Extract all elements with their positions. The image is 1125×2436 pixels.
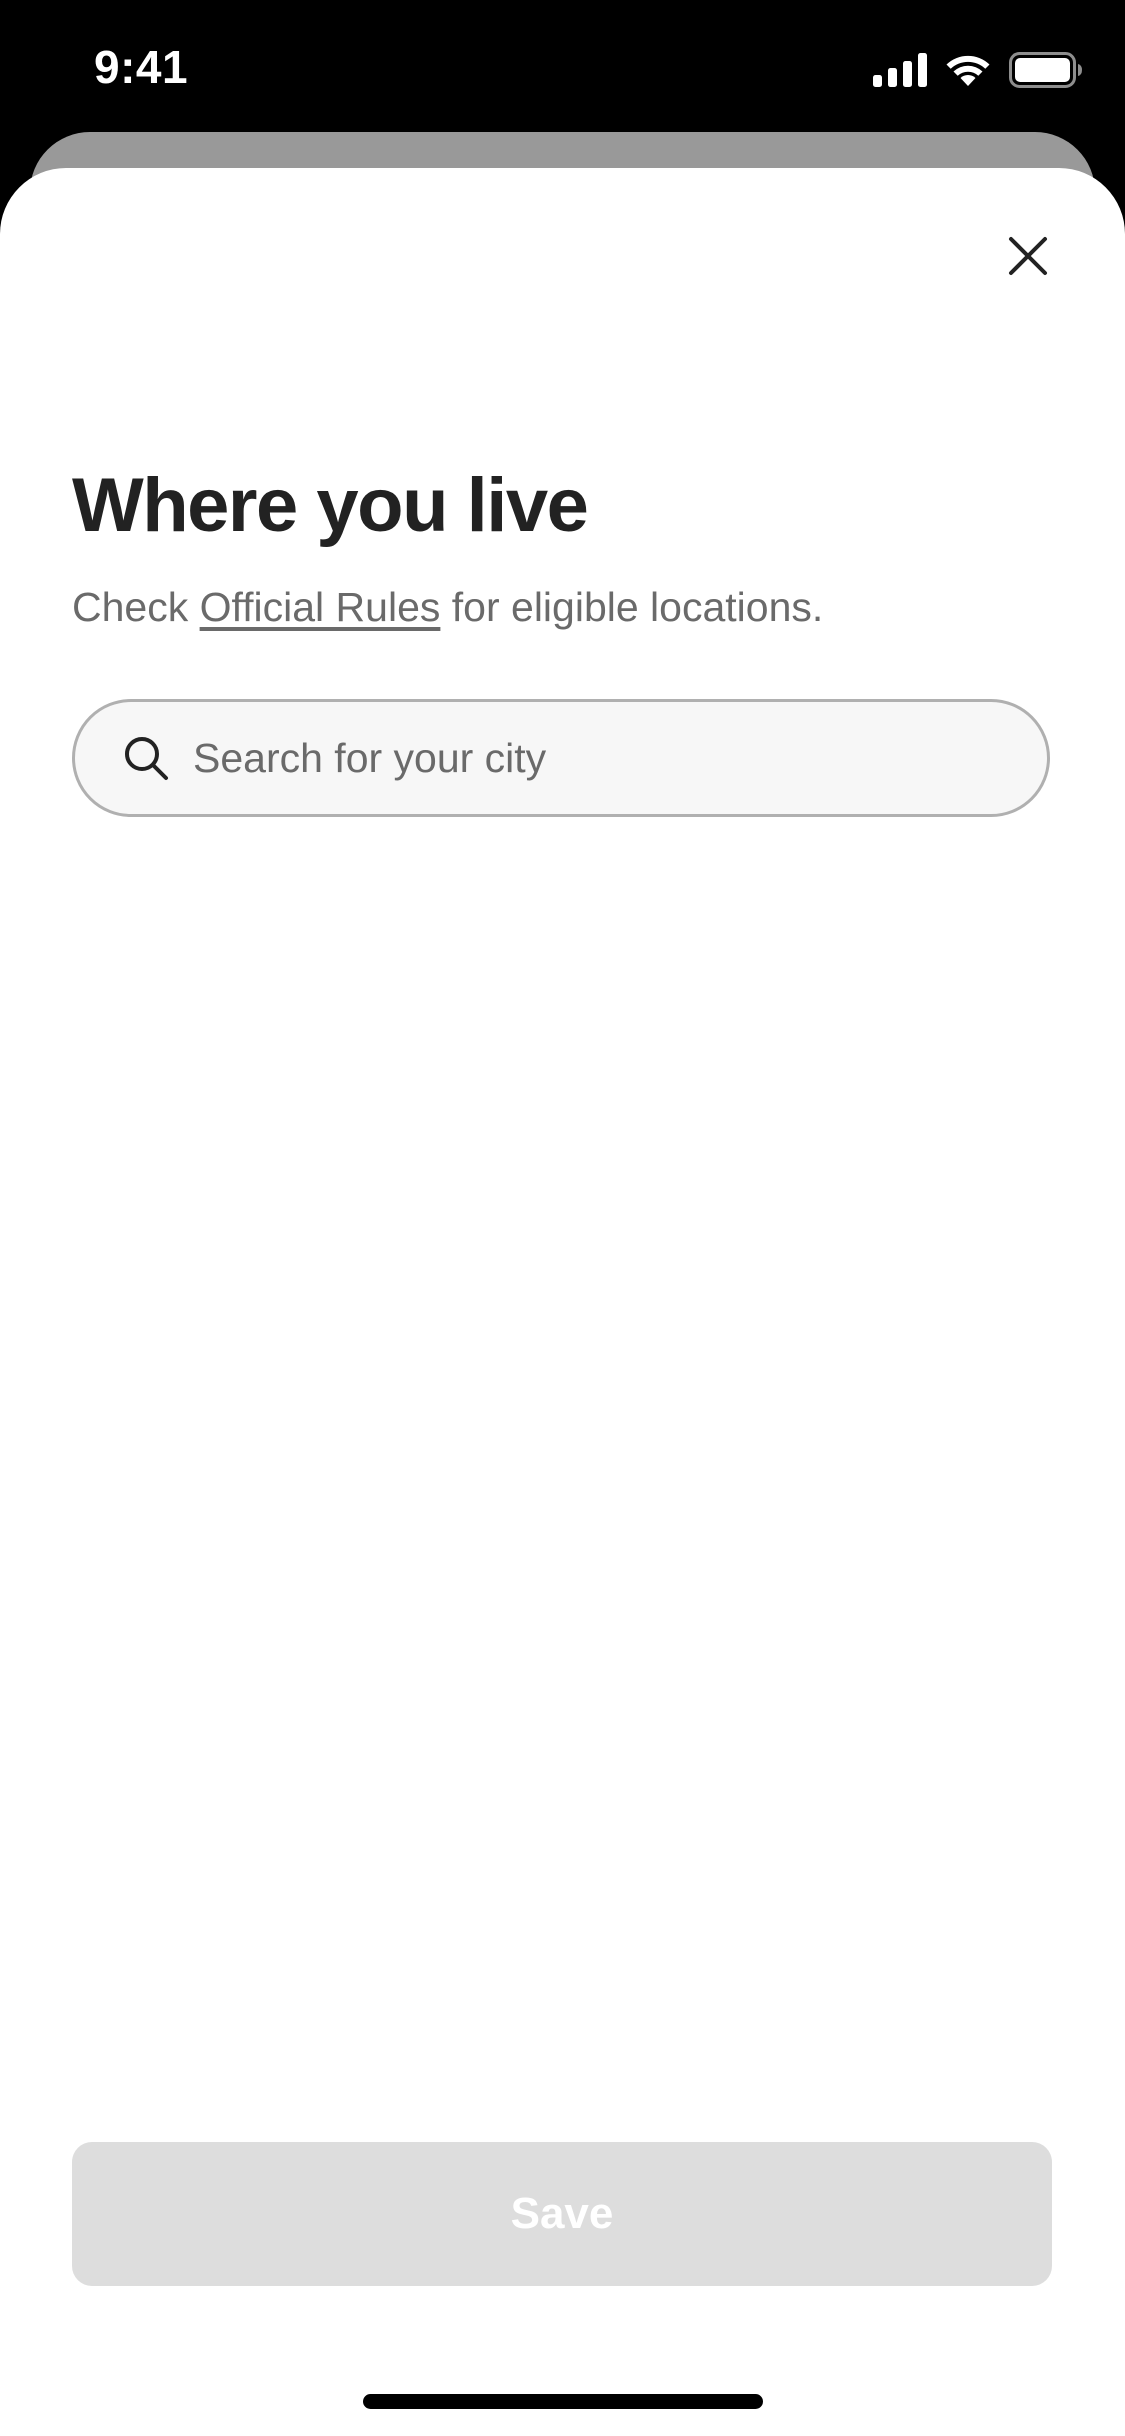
page-title: Where you live <box>72 463 589 548</box>
battery-icon <box>1009 52 1083 88</box>
subtitle-suffix: for eligible locations. <box>440 584 824 630</box>
app-screen: 9:41 Where you live Check Official Rules… <box>0 0 1125 2436</box>
wifi-icon <box>945 53 991 87</box>
status-icons <box>873 48 1083 92</box>
status-bar: 9:41 <box>0 0 1125 132</box>
subtitle-prefix: Check <box>72 584 200 630</box>
search-box[interactable] <box>72 699 1050 817</box>
cellular-signal-icon <box>873 53 927 87</box>
close-icon <box>1008 236 1048 281</box>
subtitle: Check Official Rules for eligible locati… <box>72 584 823 631</box>
home-indicator <box>363 2394 763 2409</box>
close-button[interactable] <box>1000 230 1056 286</box>
save-button[interactable]: Save <box>72 2142 1052 2286</box>
official-rules-link[interactable]: Official Rules <box>200 584 441 630</box>
status-time: 9:41 <box>94 41 189 93</box>
search-input[interactable] <box>193 718 1047 798</box>
search-icon <box>121 733 171 783</box>
